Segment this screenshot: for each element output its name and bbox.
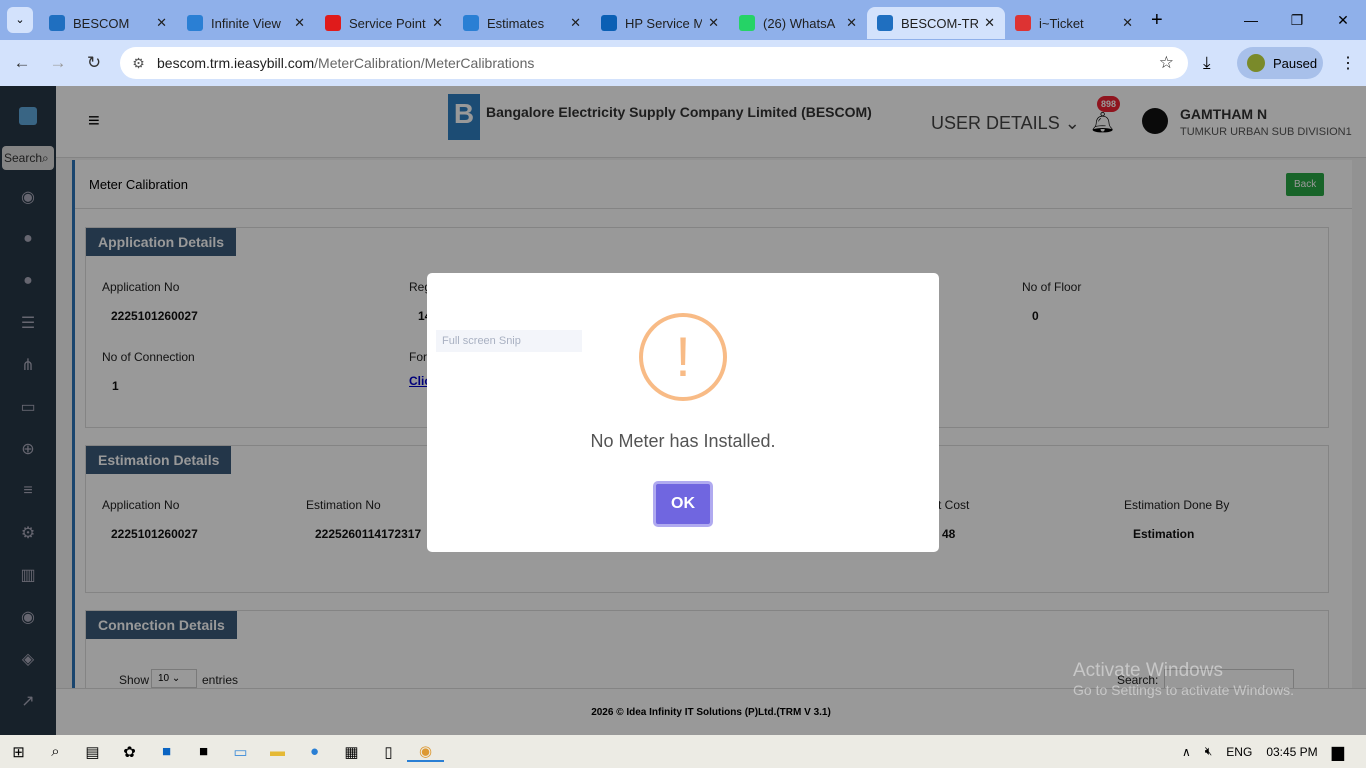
close-tab-icon[interactable]: ✕ [294, 15, 305, 31]
clock[interactable]: 03:45 PM [1266, 745, 1317, 759]
site-info-icon[interactable]: ⚙ [120, 55, 157, 72]
taskbar: ⊞ ⌕ ▤ ✿ ■ ■ ▭ ▬ ● ▦ ▯ ◉ ∧ 🔇︎ ENG 03:45 P… [0, 735, 1366, 768]
close-tab-icon[interactable]: ✕ [846, 15, 857, 31]
restore-button[interactable]: ❐ [1274, 0, 1320, 40]
close-tab-icon[interactable]: ✕ [432, 15, 443, 31]
tab-title: Infinite View [211, 15, 281, 31]
close-tab-icon[interactable]: ✕ [570, 15, 581, 31]
tab-title: BESCOM-TR [901, 15, 979, 31]
tab-title: HP Service M [625, 15, 703, 31]
browser-tab[interactable]: (26) WhatsA ✕ [729, 7, 867, 39]
url-host: bescom.trm.ieasybill.com [157, 55, 315, 71]
sticky-notes-icon[interactable]: ■ [185, 743, 222, 760]
volume-muted-icon[interactable]: 🔇︎ [1205, 744, 1213, 759]
favicon-icon [1015, 15, 1031, 31]
tab-search-button[interactable]: ⌄ [7, 7, 33, 33]
favicon-icon [49, 15, 65, 31]
language-indicator[interactable]: ENG [1226, 745, 1252, 759]
favicon-icon [601, 15, 617, 31]
outlook-icon[interactable]: ■ [148, 743, 185, 760]
minimize-button[interactable]: — [1228, 0, 1274, 40]
browser-tab[interactable]: Service Point ✕ [315, 7, 453, 39]
bookmark-star-icon[interactable]: ☆ [1159, 53, 1174, 73]
profile-button[interactable]: Paused [1237, 47, 1323, 79]
browser-tab[interactable]: Infinite View ✕ [177, 7, 315, 39]
chevron-up-icon[interactable]: ∧ [1182, 745, 1191, 759]
tab-title: BESCOM [73, 15, 130, 31]
new-tab-button[interactable]: + [1151, 9, 1163, 32]
url-path: /MeterCalibration/MeterCalibrations [314, 55, 535, 71]
app-icon[interactable]: ● [296, 743, 333, 760]
favicon-icon [877, 15, 893, 31]
browser-tab[interactable]: BESCOM-TR ✕ [867, 7, 1005, 39]
address-bar[interactable]: ⚙ bescom.trm.ieasybill.com/MeterCalibrat… [120, 47, 1188, 79]
tab-title: i~Ticket [1039, 15, 1084, 31]
ok-button[interactable]: OK [653, 481, 713, 527]
browser-tab[interactable]: Estimates ✕ [453, 7, 591, 39]
snip-hint: Full screen Snip [436, 330, 582, 352]
tab-title: Service Point [349, 15, 426, 31]
tab-title: Estimates [487, 15, 545, 31]
favicon-icon [463, 15, 479, 31]
task-view-icon[interactable]: ▤ [74, 743, 111, 761]
browser-tab[interactable]: HP Service M ✕ [591, 7, 729, 39]
close-tab-icon[interactable]: ✕ [708, 15, 719, 31]
windows-start-icon[interactable]: ⊞ [0, 743, 37, 761]
avatar [1247, 54, 1265, 72]
tab-strip: ⌄ BESCOM ✕ Infinite View ✕ Service Point ✕ Est… [0, 0, 1366, 40]
menu-icon[interactable]: ⋮ [1340, 53, 1356, 73]
address-toolbar: ← → ↻ ⚙ bescom.trm.ieasybill.com/MeterCa… [0, 40, 1366, 86]
warning-icon: ! [639, 313, 727, 401]
chrome-icon[interactable]: ◉ [407, 742, 444, 762]
download-icon[interactable]: ⤓ [1203, 53, 1211, 73]
close-tab-icon[interactable]: ✕ [984, 15, 995, 31]
close-window-button[interactable]: ✕ [1320, 0, 1366, 40]
file-explorer-icon[interactable]: ▬ [259, 743, 296, 760]
reload-icon[interactable]: ↻ [76, 53, 112, 73]
calculator-icon[interactable]: ▦ [333, 743, 370, 761]
close-tab-icon[interactable]: ✕ [156, 15, 167, 31]
profile-status: Paused [1273, 55, 1318, 71]
browser-tab[interactable]: BESCOM ✕ [39, 7, 177, 39]
close-tab-icon[interactable]: ✕ [1122, 15, 1133, 31]
search-icon[interactable]: ⌕ [37, 743, 74, 760]
favicon-icon [739, 15, 755, 31]
notepad-icon[interactable]: ▯ [370, 743, 407, 761]
activate-windows-watermark: Activate Windows Go to Settings to activa… [1073, 660, 1294, 698]
app-icon[interactable]: ✿ [111, 743, 148, 761]
dialog-message: No Meter has Installed. [590, 431, 776, 451]
favicon-icon [187, 15, 203, 31]
alert-dialog: ! No Meter has Installed. OK [427, 273, 939, 552]
browser-tab[interactable]: i~Ticket ✕ [1005, 7, 1143, 39]
forward-icon[interactable]: → [40, 53, 76, 73]
favicon-icon [325, 15, 341, 31]
notification-center-icon[interactable]: ▆ [1332, 742, 1344, 762]
computer-icon[interactable]: ▭ [222, 743, 259, 761]
tab-title: (26) WhatsA [763, 15, 836, 31]
back-icon[interactable]: ← [4, 53, 40, 73]
